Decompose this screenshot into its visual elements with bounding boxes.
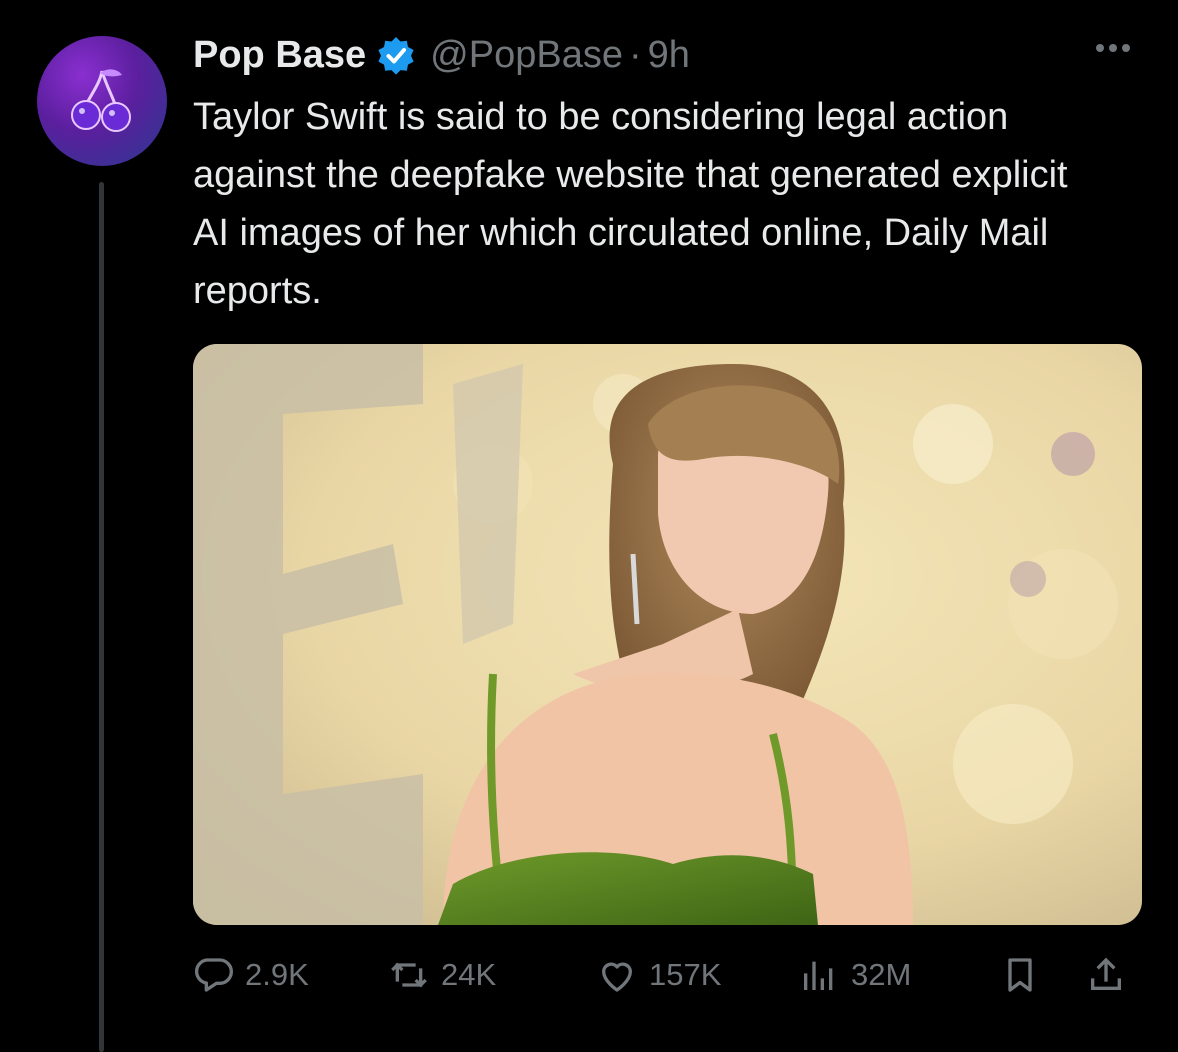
repost-icon	[391, 962, 427, 988]
author-handle[interactable]: @PopBase	[430, 34, 623, 77]
reply-icon	[194, 958, 233, 992]
photo-illustration	[193, 344, 1142, 925]
post-header: Pop Base @PopBase · 9h	[193, 30, 690, 80]
share-button[interactable]	[1086, 952, 1126, 998]
views-chart-icon	[804, 961, 833, 990]
views-button[interactable]: 32M	[799, 952, 911, 998]
post-time[interactable]: 9h	[648, 34, 690, 77]
cherry-icon	[71, 69, 131, 132]
author-name[interactable]: Pop Base	[193, 34, 366, 77]
like-count: 157K	[649, 957, 722, 992]
separator-dot: ·	[628, 33, 642, 76]
share-icon	[1091, 957, 1121, 990]
like-button[interactable]: 157K	[597, 952, 721, 998]
more-options-icon[interactable]	[1096, 44, 1130, 52]
action-bar: 2.9K 24K 157K 32M	[193, 952, 1138, 998]
verified-badge-icon[interactable]	[376, 35, 416, 75]
heart-icon	[602, 962, 632, 992]
views-count: 32M	[851, 957, 912, 992]
thread-line	[99, 182, 104, 1052]
repost-count: 24K	[441, 957, 497, 992]
bookmark-button[interactable]	[1000, 952, 1040, 998]
bookmark-icon	[1008, 958, 1032, 992]
repost-button[interactable]: 24K	[389, 952, 496, 998]
post-image[interactable]	[193, 344, 1142, 925]
avatar[interactable]	[37, 36, 167, 166]
reply-count: 2.9K	[245, 957, 309, 992]
reply-button[interactable]: 2.9K	[193, 952, 309, 998]
post-text: Taylor Swift is said to be considering l…	[193, 96, 1068, 312]
